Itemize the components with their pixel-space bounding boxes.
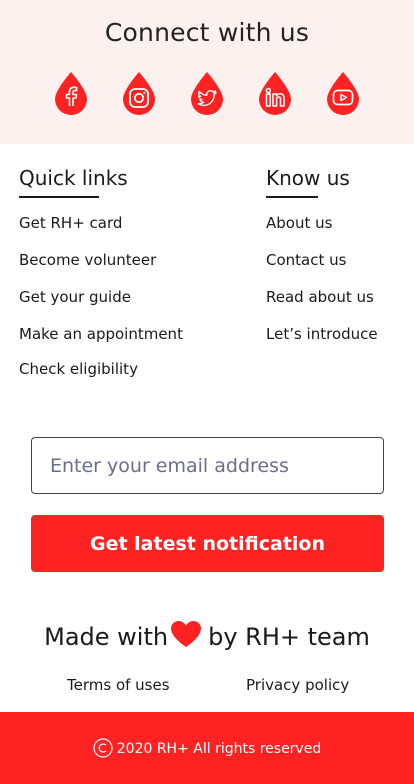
connect-title: Connect with us (104, 18, 310, 47)
youtube-link[interactable] (325, 70, 361, 116)
link-contact-us[interactable]: Contact us (266, 251, 346, 269)
know-us-heading: Know us (266, 166, 350, 190)
heart-icon (171, 621, 202, 647)
linkedin-icon (259, 72, 291, 115)
made-with-line: Made with by RH+ team (0, 620, 414, 651)
twitter-link[interactable] (189, 70, 225, 116)
email-input[interactable] (31, 437, 384, 494)
social-links (0, 70, 414, 120)
link-check-eligibility[interactable]: Check eligibility (19, 360, 138, 378)
privacy-link[interactable]: Privacy policy (246, 676, 349, 694)
link-lets-introduce[interactable]: Let’s introduce (266, 325, 378, 343)
terms-link[interactable]: Terms of uses (67, 676, 170, 694)
link-get-your-guide[interactable]: Get your guide (19, 288, 131, 306)
youtube-icon (327, 72, 359, 115)
know-us-underline (266, 196, 318, 198)
connect-section: Connect with us (0, 0, 414, 144)
copyright: 2020 RH+ All rights reserved (0, 738, 414, 758)
link-get-rh-card[interactable]: Get RH+ card (19, 214, 122, 232)
get-notification-button[interactable]: Get latest notification (31, 515, 384, 572)
instagram-icon (123, 72, 155, 115)
instagram-link[interactable] (121, 70, 157, 116)
linkedin-link[interactable] (257, 70, 293, 116)
made-with-team-text: by RH+ team (208, 623, 370, 651)
facebook-icon (55, 72, 87, 115)
twitter-icon (191, 72, 223, 115)
quick-links-underline (19, 196, 99, 198)
footer-bar: 2020 RH+ All rights reserved (0, 712, 414, 784)
copyright-text: 2020 RH+ All rights reserved (116, 741, 322, 757)
quick-links-heading: Quick links (19, 166, 128, 190)
copyright-icon (93, 738, 113, 758)
link-become-volunteer[interactable]: Become volunteer (19, 251, 156, 269)
link-about-us[interactable]: About us (266, 214, 332, 232)
link-read-about-us[interactable]: Read about us (266, 288, 374, 306)
link-make-appointment[interactable]: Make an appointment (19, 325, 183, 343)
made-with-text: Made with (44, 623, 169, 651)
facebook-link[interactable] (53, 70, 89, 116)
